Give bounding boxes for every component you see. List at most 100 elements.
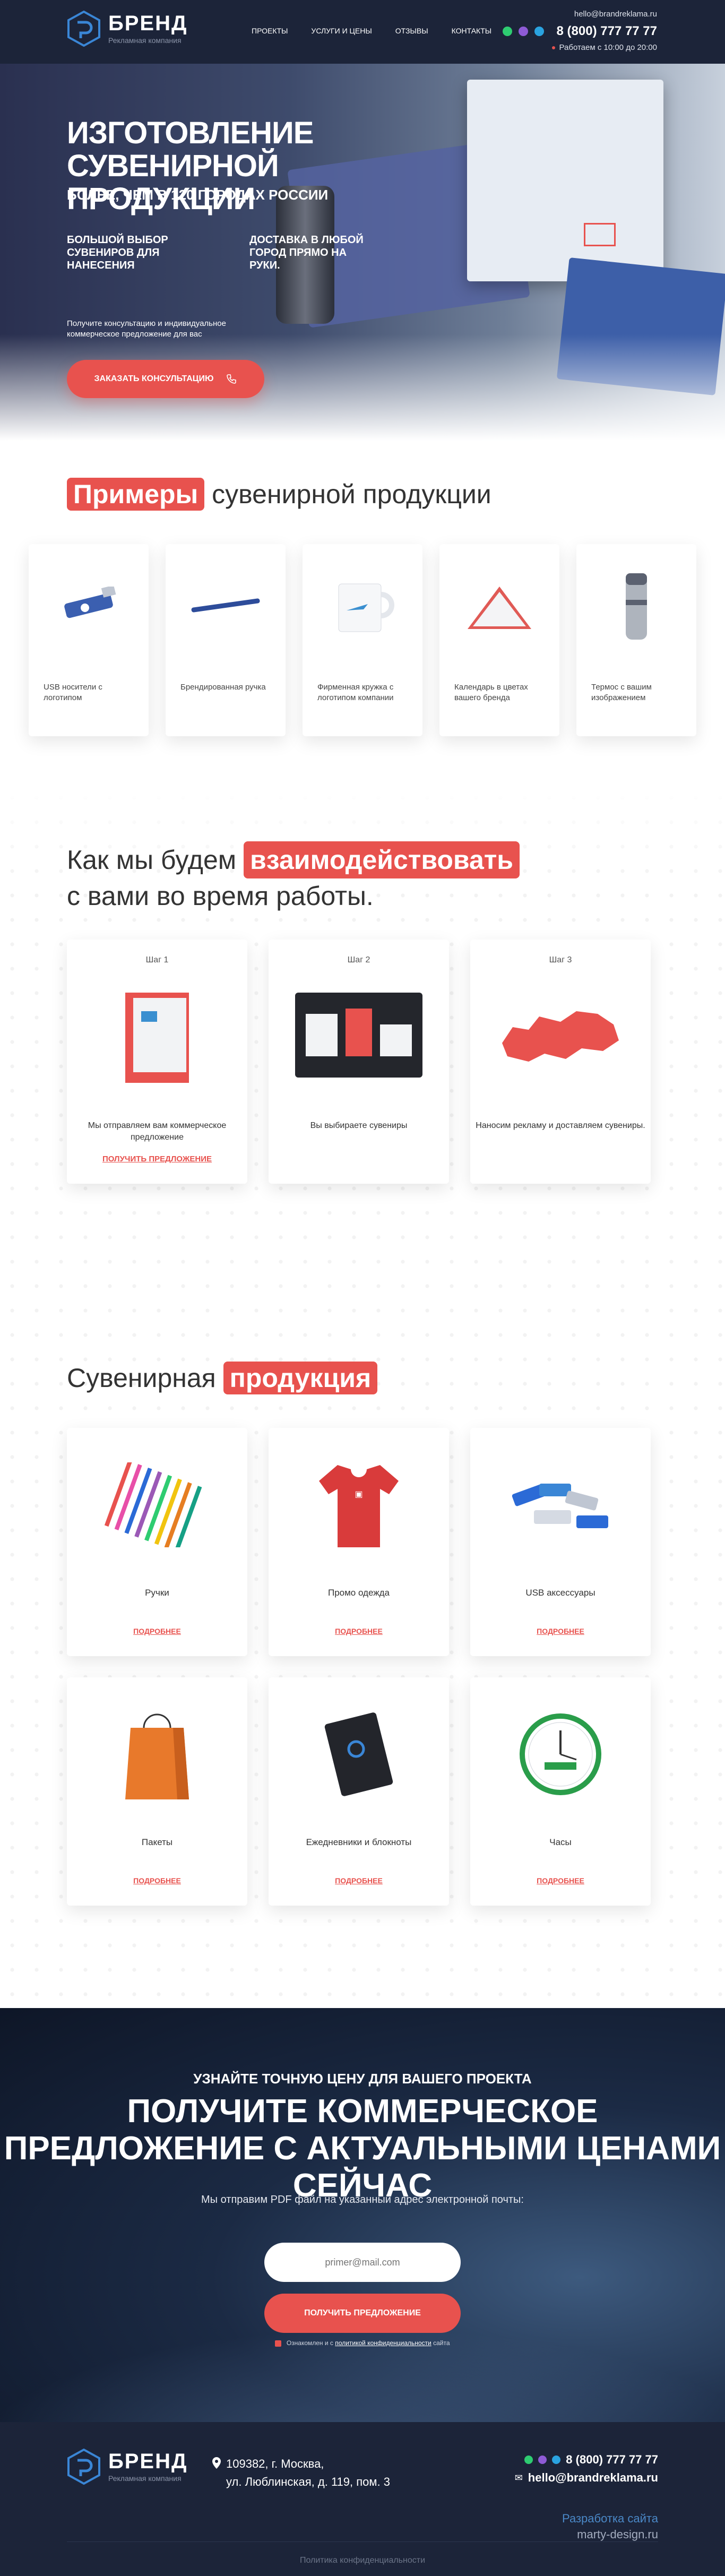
get-proposal-link[interactable]: ПОЛУЧИТЬ ПРЕДЛОЖЕНИЕ (67, 1155, 247, 1164)
get-proposal-button[interactable]: ПОЛУЧИТЬ ПРЕДЛОЖЕНИЕ (264, 2294, 461, 2333)
steps-title-line1: Как мы будем (67, 845, 237, 875)
more-link[interactable]: ПОДРОБНЕЕ (470, 1876, 651, 1885)
product-name: Пакеты (141, 1837, 173, 1847)
hero-subtitle: БОЛЕЕ, ЧЕМ В 120 ГОРОДАХ РОССИИ (67, 187, 329, 203)
steps-title-line2: с вами во время работы. (67, 881, 374, 911)
souvenir-set-image (284, 982, 433, 1088)
consent-row: Ознакомлен и с политикой конфиденциально… (0, 2339, 725, 2347)
product-card-bags[interactable]: Пакеты ПОДРОБНЕЕ (67, 1677, 247, 1906)
header-email[interactable]: hello@brandreklama.ru (503, 10, 657, 19)
logo[interactable]: БРЕНД Рекламная компания (67, 11, 188, 47)
form-lead: Мы отправим PDF файл на указанный адрес … (201, 2194, 524, 2205)
examples-title-rest: сувенирной продукции (212, 479, 491, 509)
pens-icon (88, 1454, 226, 1555)
more-link[interactable]: ПОДРОБНЕЕ (67, 1627, 247, 1635)
more-link[interactable]: ПОДРОБНЕЕ (269, 1627, 449, 1635)
example-card-thermos[interactable]: Термос с вашим изображением (576, 544, 696, 736)
step-text: Мы отправляем вам коммерческое предложен… (88, 1121, 227, 1142)
footer-email[interactable]: hello@brandreklama.ru (528, 2471, 658, 2485)
product-card-usb[interactable]: USB аксессуары ПОДРОБНЕЕ (470, 1428, 651, 1656)
status-dot-icon (551, 46, 555, 50)
consent-checkbox[interactable] (275, 2340, 282, 2347)
header-hours: Работаем с 10:00 до 20:00 (503, 43, 657, 52)
step-number: Шаг 3 (549, 955, 572, 964)
whatsapp-icon[interactable] (502, 27, 512, 36)
nav-services[interactable]: УСЛУГИ И ЦЕНЫ (311, 27, 372, 35)
developer-credit: Разработка сайта marty-design.ru (562, 2511, 658, 2543)
hero-section: ИЗГОТОВЛЕНИЕ СУВЕНИРНОЙ ПРОДУКЦИИ БОЛЕЕ,… (0, 64, 725, 441)
mail-icon: ✉ (514, 2472, 523, 2483)
product-card-pens[interactable]: Ручки ПОДРОБНЕЕ (67, 1428, 247, 1656)
step-card-2: Шаг 2 Вы выбираете сувениры (269, 940, 449, 1184)
footer-address: 109382, г. Москва, ул. Люблинская, д. 11… (212, 2455, 390, 2491)
email-field[interactable] (264, 2243, 461, 2282)
clock-icon (491, 1704, 629, 1805)
logo-name: БРЕНД (108, 2450, 188, 2473)
address-line-2: ул. Люблинская, д. 119, пом. 3 (226, 2475, 390, 2488)
header-phone[interactable]: 8 (800) 777 77 77 (557, 24, 657, 39)
hero-calendar-date-mark (584, 223, 616, 246)
usb-accessories-icon (491, 1454, 629, 1555)
hero-lead: Получите консультацию и индивидуальное к… (67, 319, 226, 339)
header-phone-row: 8 (800) 777 77 77 (502, 24, 657, 39)
developer-link[interactable]: Разработка сайта (562, 2511, 658, 2527)
order-consultation-button[interactable]: ЗАКАЗАТЬ КОНСУЛЬТАЦИЮ (67, 360, 264, 398)
examples-list: USB носители с логотипом Брендированная … (29, 544, 696, 736)
notebook-icon (290, 1704, 428, 1805)
header-contacts: hello@brandreklama.ru 8 (800) 777 77 77 … (502, 10, 657, 52)
telegram-icon[interactable] (534, 27, 544, 36)
footer-phone[interactable]: 8 (800) 777 77 77 (566, 2453, 658, 2467)
example-card-mug[interactable]: Фирменная кружка с логотипом компании (303, 544, 422, 736)
viber-icon[interactable] (538, 2456, 547, 2464)
logo-name: БРЕНД (108, 12, 188, 35)
product-name: Промо одежда (327, 1588, 390, 1598)
nav-contacts[interactable]: КОНТАКТЫ (452, 27, 492, 35)
more-link[interactable]: ПОДРОБНЕЕ (67, 1876, 247, 1885)
example-card-usb[interactable]: USB носители с логотипом (29, 544, 149, 736)
bag-icon (88, 1704, 226, 1805)
form-subtitle: УЗНАЙТЕ ТОЧНУЮ ЦЕНУ ДЛЯ ВАШЕГО ПРОЕКТА (193, 2071, 532, 2087)
tshirt-icon: ▣ (290, 1454, 428, 1555)
more-link[interactable]: ПОДРОБНЕЕ (269, 1876, 449, 1885)
russia-map-image (486, 982, 635, 1088)
footer-divider (67, 2541, 658, 2542)
example-card-calendar[interactable]: Календарь в цветах вашего бренда (439, 544, 559, 736)
mug-icon (313, 565, 412, 645)
step-card-3: Шаг 3 Наносим рекламу и доставляем сувен… (470, 940, 651, 1184)
whatsapp-icon[interactable] (524, 2456, 533, 2464)
products-grid: Ручки ПОДРОБНЕЕ ▣ Промо одежда ПОДРОБНЕЕ… (67, 1428, 651, 1906)
product-card-apparel[interactable]: ▣ Промо одежда ПОДРОБНЕЕ (269, 1428, 449, 1656)
calendar-icon (450, 565, 549, 645)
hero-calendar-image (467, 80, 663, 281)
telegram-icon[interactable] (552, 2456, 561, 2464)
product-card-clocks[interactable]: Часы ПОДРОБНЕЕ (470, 1677, 651, 1906)
nav-reviews[interactable]: ОТЗЫВЫ (395, 27, 428, 35)
nav-projects[interactable]: ПРОЕКТЫ (252, 27, 288, 35)
location-pin-icon (212, 2457, 221, 2469)
footer-privacy-link[interactable]: Политика конфиденциальности (0, 2556, 725, 2565)
footer-phone-row: 8 (800) 777 77 77 (515, 2453, 658, 2467)
example-card-pen[interactable]: Брендированная ручка (166, 544, 286, 736)
footer-email-row: ✉ hello@brandreklama.ru (515, 2471, 658, 2485)
address-line-1: 109382, г. Москва, (226, 2457, 324, 2470)
footer-logo[interactable]: БРЕНД Рекламная компания (67, 2449, 188, 2485)
hours-text: Работаем с 10:00 до 20:00 (559, 43, 658, 52)
privacy-policy-link[interactable]: политикой конфиденциальности (335, 2339, 431, 2347)
product-card-notebooks[interactable]: Ежедневники и блокноты ПОДРОБНЕЕ (269, 1677, 449, 1906)
form-title: ПОЛУЧИТЕ КОММЕРЧЕСКОЕ ПРЕДЛОЖЕНИЕ С АКТУ… (4, 2093, 721, 2204)
viber-icon[interactable] (518, 27, 528, 36)
product-name: Ручки (145, 1588, 169, 1598)
more-link[interactable]: ПОДРОБНЕЕ (470, 1627, 651, 1635)
products-title: Сувенирная продукция (67, 1362, 378, 1394)
hero-feature-choice: БОЛЬШОЙ ВЫБОР СУВЕНИРОВ ДЛЯ НАНЕСЕНИЯ (67, 234, 168, 271)
example-label: Брендированная ручка (180, 683, 266, 692)
logo-hexagon-icon (67, 2449, 100, 2485)
logo-tagline: Рекламная компания (108, 36, 182, 45)
developer-site[interactable]: marty-design.ru (562, 2527, 658, 2543)
step-text: Вы выбираете сувениры (310, 1121, 408, 1130)
hero-feature-delivery: ДОСТАВКА В ЛЮБОЙ ГОРОД ПРЯМО НА РУКИ. (249, 234, 364, 271)
consent-text-end: сайта (433, 2339, 450, 2347)
examples-title-highlight: Примеры (67, 478, 205, 511)
main-nav: ПРОЕКТЫ УСЛУГИ И ЦЕНЫ ОТЗЫВЫ КОНТАКТЫ (252, 27, 491, 35)
step-number: Шаг 1 (145, 955, 169, 964)
